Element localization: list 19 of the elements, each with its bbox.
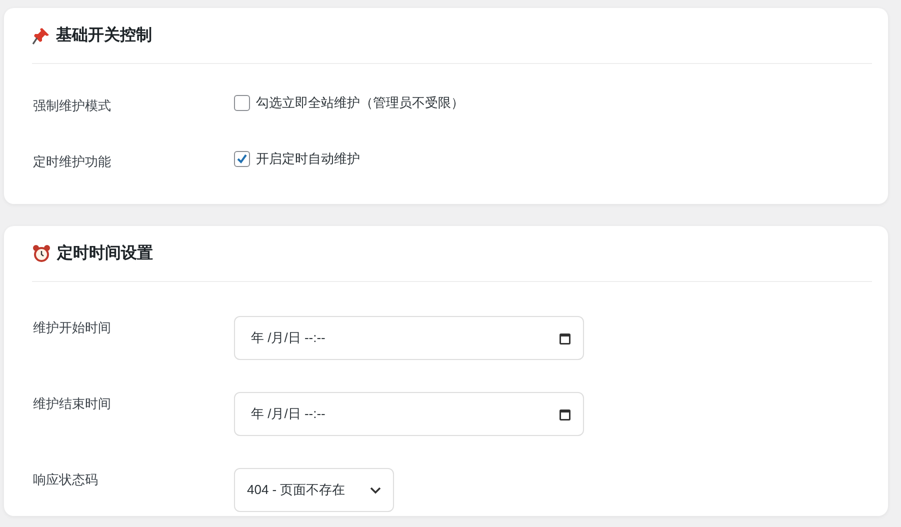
checkbox[interactable] xyxy=(234,151,250,167)
field-label: 强制维护模式 xyxy=(33,97,112,115)
checkbox-label[interactable]: 开启定时自动维护 xyxy=(256,150,360,168)
field-label: 响应状态码 xyxy=(33,471,99,489)
datetime-field[interactable]: 年 /月/日 --:-- xyxy=(234,392,584,436)
datetime-field[interactable]: 年 /月/日 --:-- xyxy=(234,316,584,360)
calendar-icon[interactable] xyxy=(559,408,571,420)
section-title: 基础开关控制 xyxy=(56,25,152,46)
checkbox-label[interactable]: 勾选立即全站维护（管理员不受限） xyxy=(256,94,464,112)
section-title: 定时时间设置 xyxy=(57,243,153,264)
pushpin-icon xyxy=(32,26,50,44)
calendar-icon[interactable] xyxy=(559,332,571,344)
checkbox[interactable] xyxy=(234,95,250,111)
chevron-down-icon xyxy=(370,486,381,494)
field-label: 定时维护功能 xyxy=(33,153,112,171)
alarm-clock-icon xyxy=(32,244,51,263)
field-label: 维护开始时间 xyxy=(33,319,112,337)
field-label: 维护结束时间 xyxy=(33,395,112,413)
status-code-select[interactable]: 404 - 页面不存在 xyxy=(234,468,394,512)
